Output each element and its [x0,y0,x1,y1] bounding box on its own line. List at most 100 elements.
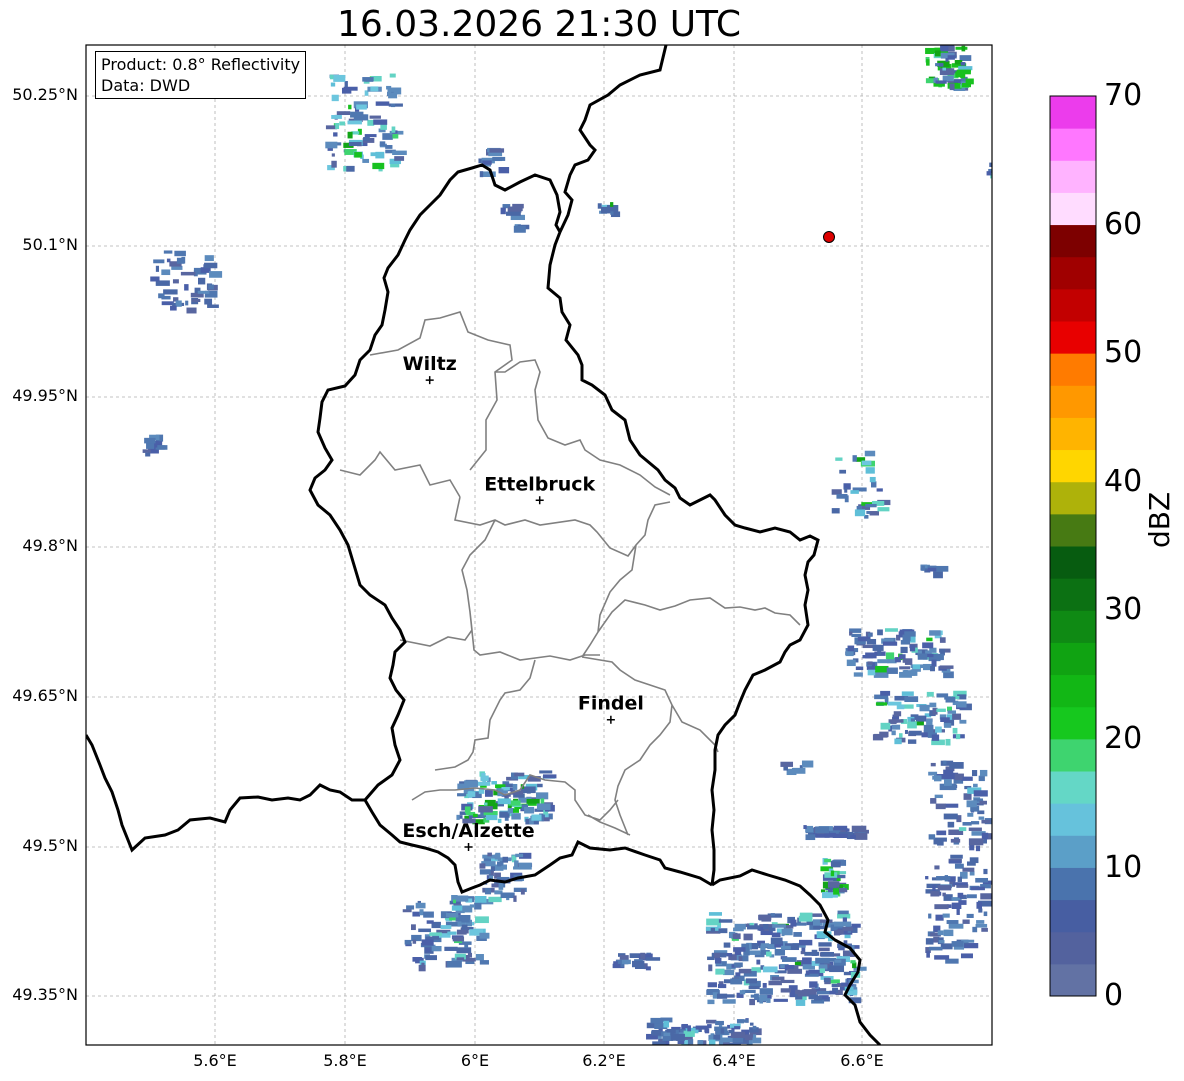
echo-cell [204,298,213,305]
echo-cell [976,920,985,924]
echo-cell [204,255,214,262]
echo-cell [619,955,629,960]
echo-cell [732,1037,744,1043]
echo-cell [921,565,925,571]
colorbar-tick: 10 [1104,850,1143,885]
echo-cell [704,1028,709,1033]
echo-cell [853,672,863,677]
echo-cell [872,644,884,651]
echo-cell [869,476,876,483]
echo-cell [830,861,841,868]
echo-cell [766,951,772,957]
echo-cell [445,912,459,918]
echo-cell [927,653,934,658]
echo-cell [917,653,928,660]
echo-cell [867,661,873,665]
colorbar-segment [1050,931,1096,965]
echo-cell [787,968,803,974]
echo-cell [747,925,761,930]
echo-cell [877,659,889,664]
echo-cell [356,104,367,110]
echo-cell [934,775,942,782]
echo-cell [926,637,933,642]
echo-cell [931,659,937,667]
echo-cell [461,915,470,923]
echo-cell [959,719,967,724]
echo-cell [938,63,944,67]
echo-cell [842,927,853,931]
echo-cell [891,724,901,730]
echo-cell [346,165,355,172]
echo-cell [392,150,407,156]
echo-cell [514,772,525,777]
colorbar-segment [1050,578,1096,611]
echo-cell [882,641,898,646]
echo-cell [475,916,489,924]
echo-cell [960,953,973,959]
echo-cell [989,162,992,168]
echo-cell [726,952,733,957]
echo-cell [935,726,942,733]
echo-cell [720,1028,725,1034]
echo-cell [983,911,988,917]
colorbar-tick: 30 [1104,592,1143,627]
echo-cell [865,652,877,659]
echo-cell [513,808,520,813]
echo-cell [869,511,880,516]
echo-cell [893,711,902,717]
echo-cell [790,919,797,927]
echo-cell [818,942,832,947]
echo-cell [718,919,733,923]
echo-cell [663,1032,671,1037]
colorbar-segment [1050,835,1096,868]
echo-cell [723,970,735,976]
echo-cell [370,152,377,157]
echo-cell [142,449,151,453]
product-label: Product: 0.8° Reflectivity [101,55,301,74]
echo-cell [934,865,940,870]
echo-cell [948,46,955,52]
echo-cell [494,867,504,871]
echo-cell [808,994,819,1000]
echo-cell [449,917,456,921]
echo-cell [891,730,896,736]
echo-cell [972,926,978,933]
echo-cell [971,770,978,777]
echo-cell [329,74,334,80]
echo-cell [835,457,843,461]
echo-cell [762,966,778,973]
echo-cell [966,913,974,918]
echo-cell [209,271,223,278]
echo-cell [935,80,947,84]
echo-cell [969,871,975,876]
echo-cell [937,839,944,846]
echo-cell [834,959,842,963]
echo-cell [811,913,823,917]
echo-cell [610,211,614,215]
echo-cell [379,141,386,147]
echo-cell [809,981,818,988]
colorbar-segment [1050,256,1096,290]
echo-cell [820,951,835,957]
echo-cell [930,665,935,672]
echo-cell [952,882,968,886]
echo-cell [348,104,352,110]
echo-cell [536,803,551,811]
echo-cell [682,1023,688,1029]
echo-cell [479,869,491,875]
echo-cell [350,111,364,118]
echo-cell [344,81,348,88]
echo-cell [958,827,967,832]
echo-cell [945,738,951,746]
echo-cell [391,126,396,133]
echo-cell [816,990,831,995]
echo-cell [198,277,206,285]
echo-cell [880,722,891,730]
echo-cell [762,923,769,930]
echo-cell [389,73,396,78]
radar-site-marker [823,231,835,243]
echo-cell [850,834,857,839]
echo-cell [877,507,890,512]
echo-cell [440,925,452,929]
echo-cell [976,901,983,909]
